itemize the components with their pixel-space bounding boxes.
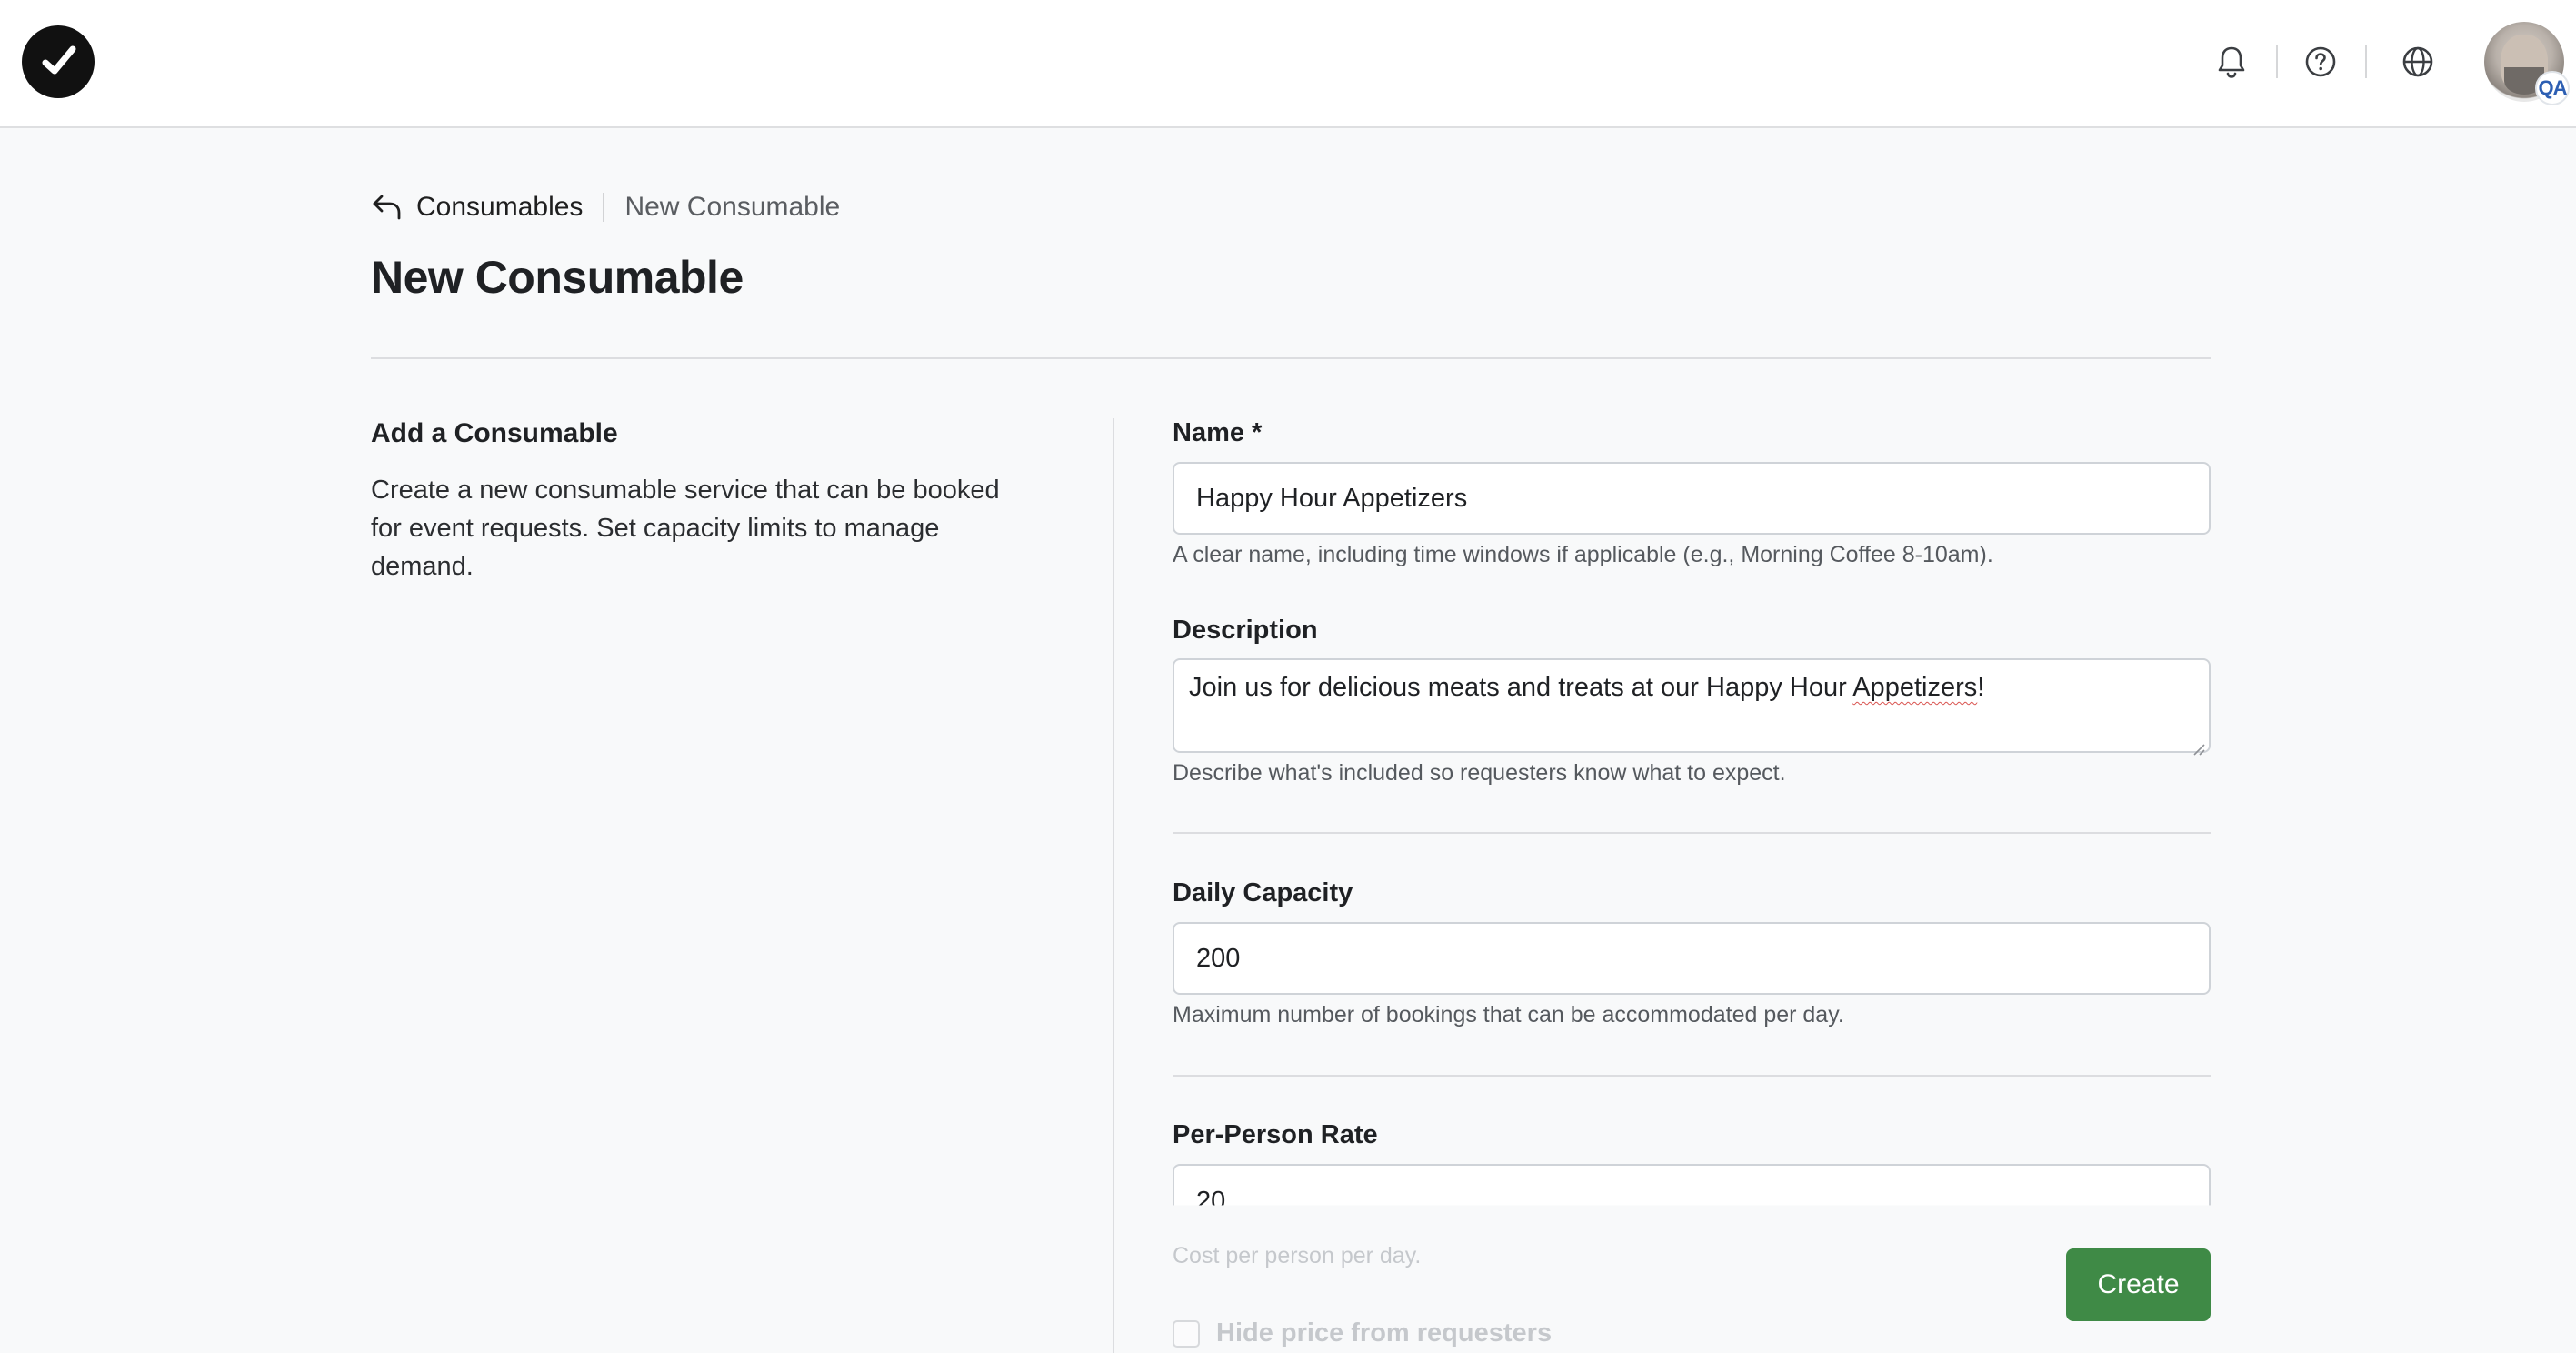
per-person-rate-hint: Cost per person per day.: [1173, 1243, 1422, 1268]
help-icon[interactable]: [2299, 40, 2342, 84]
section-heading: Add a Consumable: [371, 418, 618, 448]
header-divider: [2365, 45, 2367, 78]
globe-icon[interactable]: [2396, 40, 2440, 84]
title-divider: [371, 357, 2211, 359]
top-bar: QA: [0, 0, 2576, 128]
breadcrumb: Consumables New Consumable: [371, 189, 840, 226]
section-intro: Add a Consumable Create a new consumable…: [371, 418, 1034, 586]
name-input[interactable]: Happy Hour Appetizers: [1173, 462, 2211, 535]
form-divider: [1173, 832, 2211, 834]
breadcrumb-divider: [603, 193, 605, 222]
form-divider: [1173, 1075, 2211, 1077]
description-misspelled-word: Appetizers: [1852, 673, 1978, 702]
per-person-rate-value: 20: [1196, 1187, 1226, 1206]
per-person-rate-input[interactable]: 20: [1173, 1164, 2211, 1206]
description-label: Description: [1173, 616, 1318, 645]
create-button[interactable]: Create: [2066, 1248, 2211, 1321]
back-arrow-icon[interactable]: [371, 191, 404, 224]
name-label: Name *: [1173, 418, 1263, 447]
app-logo-icon[interactable]: [22, 25, 95, 98]
breadcrumb-current: New Consumable: [624, 192, 841, 222]
breadcrumb-parent-link[interactable]: Consumables: [416, 192, 583, 223]
description-text: Join us for delicious meats and treats a…: [1189, 673, 1853, 702]
avatar-badge: QA: [2535, 71, 2570, 105]
header-divider: [2276, 45, 2278, 78]
column-divider: [1113, 418, 1114, 1353]
description-hint: Describe what's included so requesters k…: [1173, 760, 1786, 786]
per-person-rate-label: Per-Person Rate: [1173, 1120, 1378, 1149]
hide-price-checkbox[interactable]: [1173, 1320, 1200, 1348]
daily-capacity-label: Daily Capacity: [1173, 878, 1353, 907]
daily-capacity-value: 200: [1196, 943, 1241, 973]
resize-grip-icon[interactable]: [2191, 733, 2205, 756]
daily-capacity-hint: Maximum number of bookings that can be a…: [1173, 1002, 1844, 1027]
description-textarea[interactable]: Join us for delicious meats and treats a…: [1173, 658, 2211, 756]
name-input-value: Happy Hour Appetizers: [1196, 483, 1468, 513]
page-title: New Consumable: [371, 252, 744, 303]
bell-icon[interactable]: [2210, 40, 2253, 84]
daily-capacity-input[interactable]: 200: [1173, 922, 2211, 995]
user-avatar[interactable]: QA: [2484, 22, 2570, 105]
description-text-end: !: [1977, 673, 1985, 702]
name-hint: A clear name, including time windows if …: [1173, 542, 1993, 567]
section-description: Create a new consumable service that can…: [371, 476, 1000, 581]
hide-price-label[interactable]: Hide price from requesters: [1216, 1318, 1552, 1348]
